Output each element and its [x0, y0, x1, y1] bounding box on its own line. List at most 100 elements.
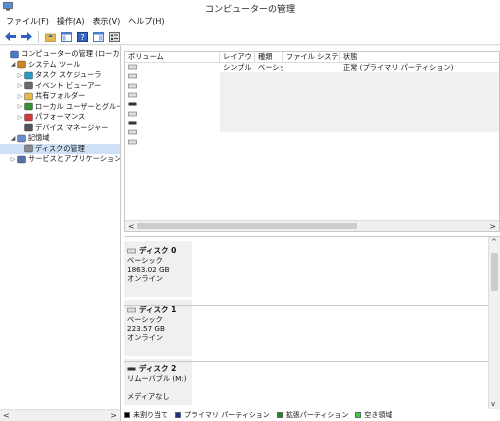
disk-name: ディスク 0	[139, 246, 177, 255]
volume-row[interactable]	[125, 128, 499, 137]
legend-label: 拡張パーティション	[285, 411, 349, 419]
volume-row[interactable]	[125, 109, 499, 118]
tree-item[interactable]: デバイス マネージャー	[0, 123, 120, 134]
folder-icon	[24, 92, 33, 100]
expand-arrow-icon[interactable]: ◢	[9, 61, 17, 68]
viewer-icon	[24, 82, 33, 90]
computer-icon	[10, 50, 19, 58]
column-header-volume[interactable]: ボリューム	[125, 52, 220, 62]
tree-item[interactable]: コンピューターの管理 (ローカル)	[0, 49, 120, 60]
scroll-right-arrow-icon[interactable]: >	[110, 411, 117, 420]
volume-horizontal-scrollbar[interactable]: < >	[125, 220, 499, 231]
expand-arrow-icon[interactable]: ▷	[16, 82, 24, 89]
legend-label: プライマリ パーティション	[184, 411, 270, 419]
disk-entry[interactable]: ディスク 0 ベーシック 1863.02 GB オンライン	[124, 241, 192, 297]
action-pane-icon	[93, 31, 104, 42]
menu-bar: ファイル(F) 操作(A) 表示(V) ヘルプ(H)	[0, 14, 500, 29]
tree-item[interactable]: ◢ システム ツール	[0, 60, 120, 71]
disk-title: ディスク 0	[127, 245, 189, 256]
scroll-left-arrow-icon[interactable]: <	[3, 411, 10, 420]
tree-item[interactable]: ▷ サービスとアプリケーション	[0, 154, 120, 165]
scroll-up-arrow-icon[interactable]: ^	[491, 238, 497, 246]
legend-swatch	[175, 412, 181, 418]
menu-help[interactable]: ヘルプ(H)	[128, 16, 164, 27]
menu-file[interactable]: ファイル(F)	[6, 16, 49, 27]
volume-row[interactable]	[125, 82, 499, 91]
legend-swatch	[124, 412, 130, 418]
column-header-filesystem[interactable]: ファイル システム	[283, 52, 340, 62]
legend-label: 未割り当て	[133, 411, 168, 419]
tree-item-label: 記憶域	[28, 133, 50, 143]
column-header-layout[interactable]: レイアウト	[220, 52, 255, 62]
removable-drive-icon	[127, 367, 136, 370]
disk-title: ディスク 2	[127, 363, 189, 374]
console-tree: コンピューターの管理 (ローカル) ◢ システム ツール ▷ タスク スケジューラ ▷ イベ…	[0, 46, 120, 165]
svg-text:?: ?	[80, 33, 84, 42]
volume-layout-cell: シンプル	[223, 63, 252, 73]
volume-row[interactable]	[125, 137, 499, 146]
legend-label: 空き領域	[364, 411, 393, 419]
menu-action[interactable]: 操作(A)	[57, 16, 85, 27]
tree-item[interactable]: ▷ イベント ビューアー	[0, 81, 120, 92]
disk-info: ベーシック	[127, 315, 163, 324]
forward-button[interactable]	[20, 30, 33, 43]
tree-horizontal-scrollbar[interactable]: < >	[0, 409, 120, 421]
toolbar: ?	[0, 29, 500, 45]
properties-button[interactable]	[108, 30, 121, 43]
expand-arrow-icon[interactable]: ▷	[16, 93, 24, 100]
tree-item-label: サービスとアプリケーション	[28, 154, 120, 164]
drive-icon	[128, 139, 137, 144]
tree-item[interactable]: ▷ パフォーマンス	[0, 112, 120, 123]
help-icon: ?	[77, 31, 88, 42]
up-folder-button[interactable]	[44, 30, 57, 43]
tree-item[interactable]: ディスクの管理	[0, 143, 120, 154]
show-tree-button[interactable]	[60, 30, 73, 43]
device-icon	[24, 124, 33, 132]
scrollbar-thumb[interactable]	[137, 223, 357, 229]
expand-arrow-icon[interactable]: ▷	[16, 72, 24, 79]
expand-arrow-icon[interactable]: ◢	[9, 135, 17, 142]
services-icon	[17, 155, 26, 163]
removable-drive-icon	[128, 121, 137, 125]
back-button[interactable]	[4, 30, 17, 43]
disk-vertical-scrollbar[interactable]: ^ v	[488, 237, 500, 409]
disk-divider	[124, 361, 488, 362]
help-button[interactable]: ?	[76, 30, 89, 43]
volume-row[interactable]	[125, 91, 499, 100]
column-header-type[interactable]: 種類	[255, 52, 283, 62]
disk-info: オンライン	[127, 333, 163, 342]
column-header-status[interactable]: 状態	[340, 52, 495, 62]
tree-item[interactable]: ▷ タスク スケジューラ	[0, 70, 120, 81]
expand-arrow-icon[interactable]: ▷	[16, 114, 24, 121]
scroll-down-arrow-icon[interactable]: v	[491, 400, 495, 408]
volume-row[interactable]	[125, 100, 499, 109]
volume-row[interactable]	[125, 72, 499, 81]
volume-cell	[125, 138, 220, 147]
back-arrow-icon	[5, 32, 16, 41]
tree-item[interactable]: ▷ 共有フォルダー	[0, 91, 120, 102]
console-tree-icon	[61, 31, 72, 42]
volume-row[interactable]: シンプルベーシック 正常 (プライマリ パーティション)	[125, 63, 499, 72]
expand-arrow-icon[interactable]: ▷	[9, 156, 17, 163]
properties-icon	[109, 31, 120, 42]
tools-icon	[17, 61, 26, 69]
tree-item-label: コンピューターの管理 (ローカル)	[21, 49, 120, 59]
scroll-left-arrow-icon[interactable]: <	[128, 222, 135, 231]
disk-entry[interactable]: ディスク 1 ベーシック 223.57 GB オンライン	[124, 300, 192, 356]
toolbar-separator	[38, 30, 39, 43]
tree-item-label: イベント ビューアー	[35, 80, 102, 90]
volume-row[interactable]	[125, 119, 499, 128]
menu-view[interactable]: 表示(V)	[93, 16, 121, 27]
show-action-pane-button[interactable]	[92, 30, 105, 43]
volume-cell	[125, 128, 220, 137]
tree-item[interactable]: ▷ ローカル ユーザーとグループ	[0, 102, 120, 113]
disk-entry[interactable]: ディスク 2 リムーバブル (M:) メディアなし	[124, 359, 192, 405]
volume-cell	[125, 100, 220, 109]
scroll-right-arrow-icon[interactable]: >	[489, 222, 496, 231]
scrollbar-thumb[interactable]	[491, 253, 498, 291]
partition-legend: 未割り当て プライマリ パーティション 拡張パーティション 空き領域	[124, 409, 500, 421]
expand-arrow-icon[interactable]: ▷	[16, 103, 24, 110]
storage-icon	[17, 134, 26, 142]
tree-item[interactable]: ◢ 記憶域	[0, 133, 120, 144]
legend-swatch	[355, 412, 362, 418]
